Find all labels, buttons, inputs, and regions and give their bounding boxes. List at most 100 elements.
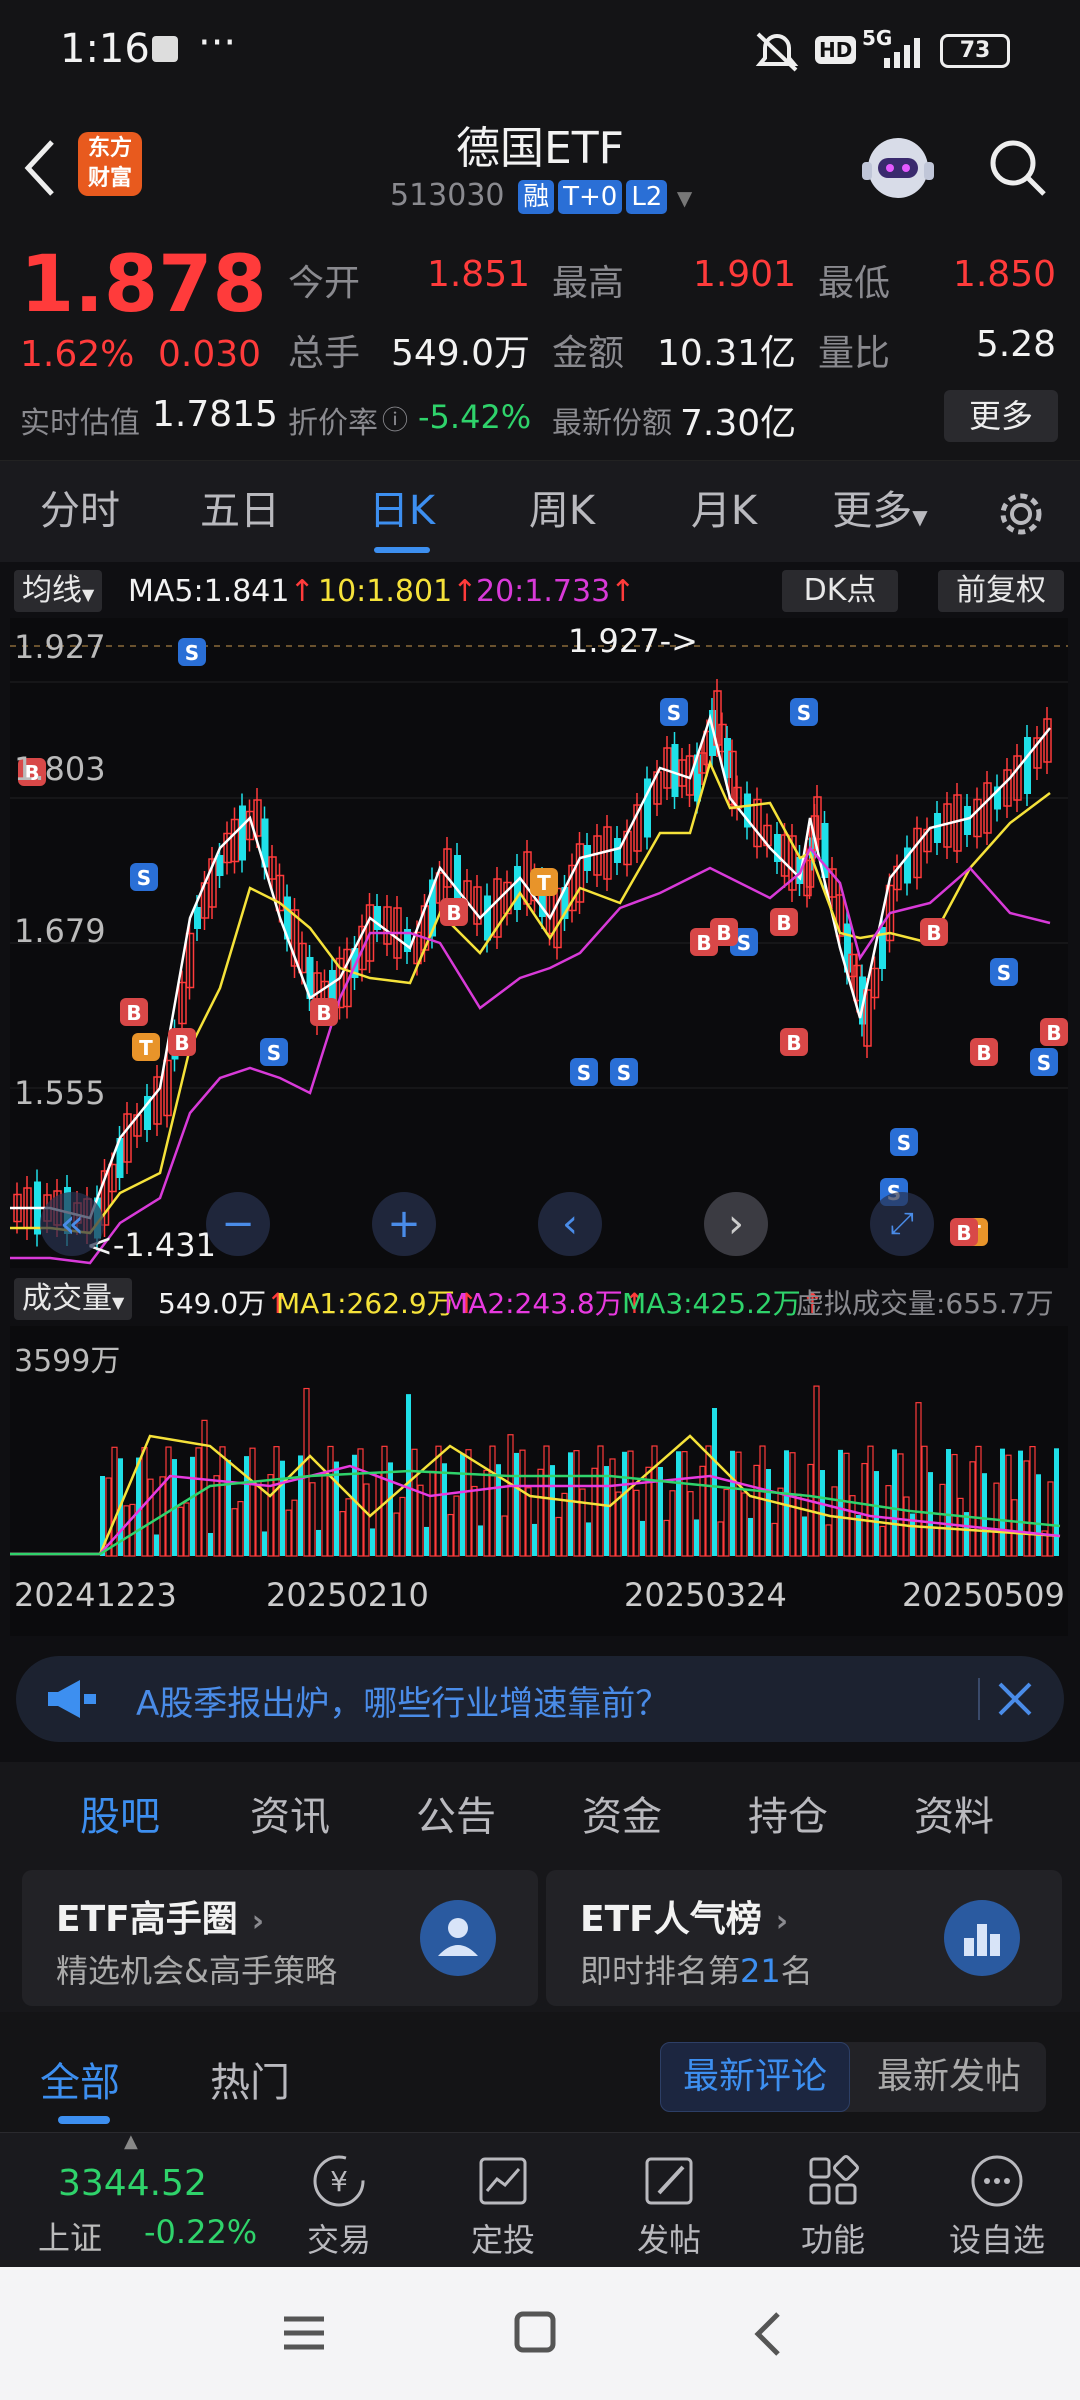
back-icon[interactable] (20, 138, 60, 198)
volume-bar-up (321, 1472, 328, 1557)
signal-marker-label: B (446, 901, 461, 925)
scroll-left-icon[interactable]: ‹ (538, 1192, 602, 1256)
tab-profile[interactable]: 资料 (884, 1784, 1024, 1842)
volume-bar-up (867, 1445, 874, 1557)
high-value: 1.901 (692, 254, 796, 295)
volume-bar-up (975, 1445, 982, 1557)
close-icon[interactable] (996, 1680, 1034, 1718)
gear-icon[interactable] (996, 489, 1046, 539)
tab-more[interactable]: 更多▼ (820, 461, 940, 561)
period-tabs: 分时 五日 日K 周K 月K 更多▼ (0, 460, 1080, 562)
news-banner[interactable]: A股季报出炉，哪些行业增速靠前？ (16, 1656, 1064, 1742)
volume-bar-up (231, 1508, 238, 1557)
divider (978, 1678, 980, 1720)
volume-bar-up (543, 1445, 550, 1557)
kline-chart[interactable]: BSSSBBTBBTSSSBSBSBBSTBBSBSSB 1.927 1.803… (10, 618, 1068, 1268)
security-code-row[interactable]: 513030 融 T+0 L2 ▼ (390, 178, 692, 214)
tab-intraday[interactable]: 分时 (10, 461, 150, 561)
volume-bar-up (987, 1528, 994, 1557)
volume-bar-down (514, 1452, 519, 1556)
tab-daily-k[interactable]: 日K (332, 461, 472, 561)
tab-weekly-k[interactable]: 周K (492, 461, 632, 561)
nav-auto-invest[interactable]: 定投 (438, 2133, 568, 2261)
volume-bar-up (699, 1465, 706, 1557)
volume-bar-up (1005, 1454, 1012, 1557)
nav-set-watchlist[interactable]: 设自选 (932, 2133, 1062, 2261)
indicator-selector[interactable]: 成交量▼ (14, 1278, 133, 1320)
ma-selector[interactable]: 均线▼ (14, 570, 103, 612)
index-ticker[interactable]: ▲ 3344.52 上证 -0.22% (20, 2131, 260, 2263)
back-nav-icon[interactable] (752, 2311, 782, 2357)
signal-marker-label: S (897, 1131, 911, 1155)
etf-ranking-card[interactable]: ETF人气榜 › 即时排名第21名 (546, 1870, 1062, 2006)
volume-bar-down (586, 1522, 591, 1556)
grid-icon (809, 2155, 859, 2205)
home-icon[interactable] (514, 2311, 556, 2353)
ma5-legend: MA5:1.841↑ (128, 574, 315, 609)
tab-news[interactable]: 资讯 (220, 1784, 360, 1842)
nav-post[interactable]: 发帖 (604, 2133, 734, 2261)
volume-bar-down (208, 1532, 213, 1556)
filter-hot[interactable]: 热门 (210, 2050, 290, 2108)
post-filter-bar: 全部 热门 最新评论 最新发帖 (0, 2012, 1080, 2132)
more-notifications-icon: ··· (198, 20, 237, 66)
volume-bar-up (465, 1449, 472, 1557)
info-icon[interactable]: ⓘ (382, 400, 408, 437)
volume-bar-down (298, 1455, 303, 1556)
app-header: 东方 财富 德国ETF 513030 融 T+0 L2 ▼ (0, 100, 1080, 230)
search-icon[interactable] (986, 136, 1050, 200)
volume-bar-down (1036, 1474, 1041, 1556)
sort-latest-post[interactable]: 最新发帖 (852, 2042, 1046, 2112)
date-label: 20250210 (266, 1576, 429, 1614)
fullscreen-icon[interactable]: ⤢ (870, 1192, 934, 1256)
volume-bar-up (417, 1484, 424, 1557)
volume-bar-up (447, 1513, 454, 1557)
volume-bar-down (964, 1512, 969, 1556)
tab-holdings[interactable]: 持仓 (718, 1784, 858, 1842)
scroll-left-fast-icon[interactable]: « (40, 1192, 104, 1256)
date-label: 20250509 (902, 1576, 1065, 1614)
y-label-1679: 1.679 (14, 912, 106, 950)
volume-bar-up (471, 1485, 478, 1557)
sort-toggle: 最新评论 最新发帖 (660, 2042, 1046, 2112)
page-title: 德国ETF (456, 123, 624, 174)
volume-bar-up (885, 1485, 892, 1557)
volume-bar-down (262, 1531, 267, 1556)
volume-bar-down (136, 1457, 141, 1556)
volume-bar-down (784, 1450, 789, 1556)
signal-marker-label: B (956, 1221, 971, 1245)
ranking-podium-icon (944, 1900, 1020, 1976)
volume-bar-up (537, 1468, 544, 1557)
more-button[interactable]: 更多 (944, 390, 1058, 442)
tab-monthly-k[interactable]: 月K (654, 461, 794, 561)
signal-marker-label: S (997, 961, 1011, 985)
dk-point-button[interactable]: DK点 (782, 570, 898, 612)
menu-icon[interactable] (282, 2313, 326, 2353)
volume-bar-up (375, 1471, 382, 1557)
volume-chart[interactable]: 3599万 (10, 1326, 1068, 1566)
signal-marker-label: B (716, 921, 731, 945)
tab-capital[interactable]: 资金 (552, 1784, 692, 1842)
tab-five-day[interactable]: 五日 (170, 461, 310, 561)
tab-announcements[interactable]: 公告 (386, 1784, 526, 1842)
volume-bar-up (897, 1453, 904, 1557)
sort-latest-comment[interactable]: 最新评论 (660, 2042, 850, 2112)
robot-assistant-icon[interactable] (858, 126, 938, 206)
discount-label: 折价率 (288, 406, 378, 441)
zoom-out-icon[interactable]: − (206, 1192, 270, 1256)
nav-functions[interactable]: 功能 (768, 2133, 898, 2261)
app-logo: 东方 财富 (78, 132, 142, 196)
card-title: ETF人气榜 › (580, 1899, 789, 1940)
system-nav-bar (0, 2267, 1080, 2400)
tab-forum[interactable]: 股吧 (50, 1784, 190, 1842)
volume-bar-up (195, 1447, 202, 1557)
nav-trade[interactable]: ¥ 交易 (274, 2133, 404, 2261)
date-label: 20241223 (14, 1576, 177, 1614)
adjust-button[interactable]: 前复权 (938, 570, 1064, 612)
volume-bar-down (154, 1534, 159, 1556)
candle-down (216, 855, 224, 876)
etf-expert-card[interactable]: ETF高手圈 › 精选机会&高手策略 (22, 1870, 538, 2006)
scroll-right-icon[interactable]: › (704, 1192, 768, 1256)
filter-all[interactable]: 全部 (40, 2050, 120, 2108)
zoom-in-icon[interactable]: + (372, 1192, 436, 1256)
